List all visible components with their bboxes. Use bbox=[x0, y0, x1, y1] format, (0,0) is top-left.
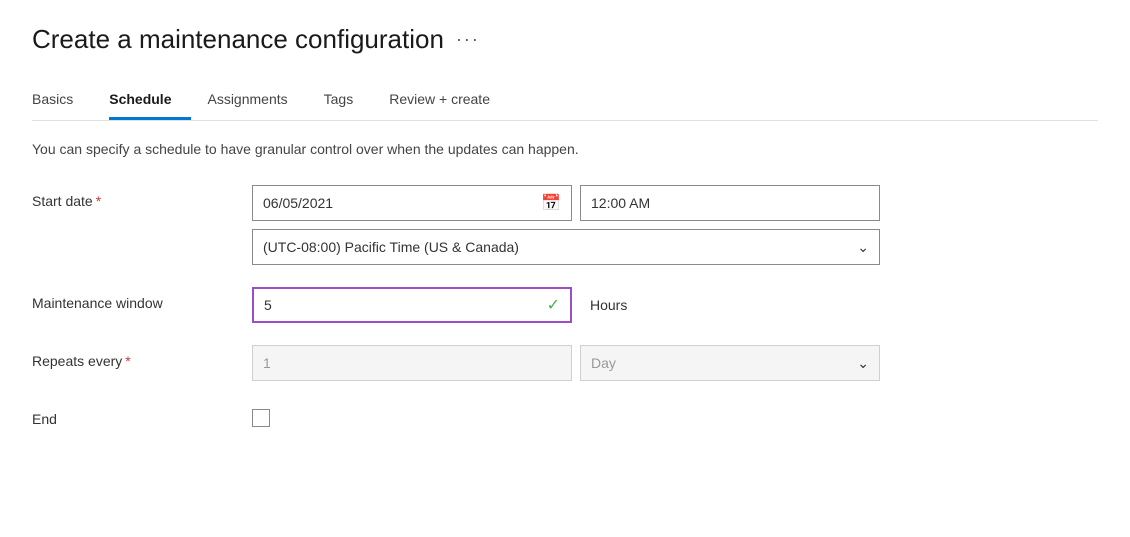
form-section: Start date* 06/05/2021 📅 (UTC-08:00) Pac… bbox=[32, 185, 1098, 427]
timezone-value: (UTC-08:00) Pacific Time (US & Canada) bbox=[263, 239, 519, 255]
maintenance-window-input[interactable] bbox=[264, 297, 547, 313]
end-controls bbox=[252, 403, 952, 427]
day-dropdown: Day ⌄ bbox=[580, 345, 880, 381]
date-input[interactable]: 06/05/2021 📅 bbox=[252, 185, 572, 221]
chevron-down-icon-2: ⌄ bbox=[857, 355, 869, 372]
date-value: 06/05/2021 bbox=[263, 195, 541, 211]
maintenance-window-controls: ✓ Hours bbox=[252, 287, 952, 323]
repeats-every-controls: Day ⌄ bbox=[252, 345, 952, 381]
day-value: Day bbox=[591, 355, 616, 371]
tab-bar: Basics Schedule Assignments Tags Review … bbox=[32, 83, 1098, 121]
tab-tags[interactable]: Tags bbox=[324, 83, 374, 120]
repeats-every-row: Repeats every* Day ⌄ bbox=[32, 345, 1098, 381]
end-checkbox-container bbox=[252, 403, 952, 427]
date-time-row: 06/05/2021 📅 bbox=[252, 185, 952, 221]
end-row: End bbox=[32, 403, 1098, 427]
required-indicator-2: * bbox=[125, 353, 130, 369]
required-indicator: * bbox=[96, 193, 101, 209]
time-input[interactable] bbox=[580, 185, 880, 221]
tab-assignments[interactable]: Assignments bbox=[207, 83, 307, 120]
maintenance-window-input-wrapper[interactable]: ✓ bbox=[252, 287, 572, 323]
chevron-down-icon: ⌄ bbox=[857, 239, 869, 256]
validation-check-icon: ✓ bbox=[547, 295, 560, 315]
timezone-row: (UTC-08:00) Pacific Time (US & Canada) ⌄ bbox=[252, 229, 952, 265]
maintenance-window-row: Maintenance window ✓ Hours bbox=[32, 287, 1098, 323]
tab-review-create[interactable]: Review + create bbox=[389, 83, 510, 120]
start-date-controls: 06/05/2021 📅 (UTC-08:00) Pacific Time (U… bbox=[252, 185, 952, 265]
end-label: End bbox=[32, 403, 252, 427]
page-title: Create a maintenance configuration bbox=[32, 24, 444, 55]
tab-basics[interactable]: Basics bbox=[32, 83, 93, 120]
schedule-description: You can specify a schedule to have granu… bbox=[32, 141, 1098, 157]
maintenance-window-input-row: ✓ Hours bbox=[252, 287, 952, 323]
calendar-icon[interactable]: 📅 bbox=[541, 193, 561, 213]
start-date-label: Start date* bbox=[32, 185, 252, 209]
repeats-every-label: Repeats every* bbox=[32, 345, 252, 369]
more-options-button[interactable]: ··· bbox=[456, 29, 480, 50]
start-date-row: Start date* 06/05/2021 📅 (UTC-08:00) Pac… bbox=[32, 185, 1098, 265]
hours-label: Hours bbox=[590, 297, 627, 313]
timezone-dropdown[interactable]: (UTC-08:00) Pacific Time (US & Canada) ⌄ bbox=[252, 229, 880, 265]
tab-schedule[interactable]: Schedule bbox=[109, 83, 191, 120]
repeats-every-input-row: Day ⌄ bbox=[252, 345, 952, 381]
maintenance-window-label: Maintenance window bbox=[32, 287, 252, 311]
repeats-every-input bbox=[252, 345, 572, 381]
page-header: Create a maintenance configuration ··· bbox=[32, 24, 1098, 55]
end-checkbox[interactable] bbox=[252, 409, 270, 427]
